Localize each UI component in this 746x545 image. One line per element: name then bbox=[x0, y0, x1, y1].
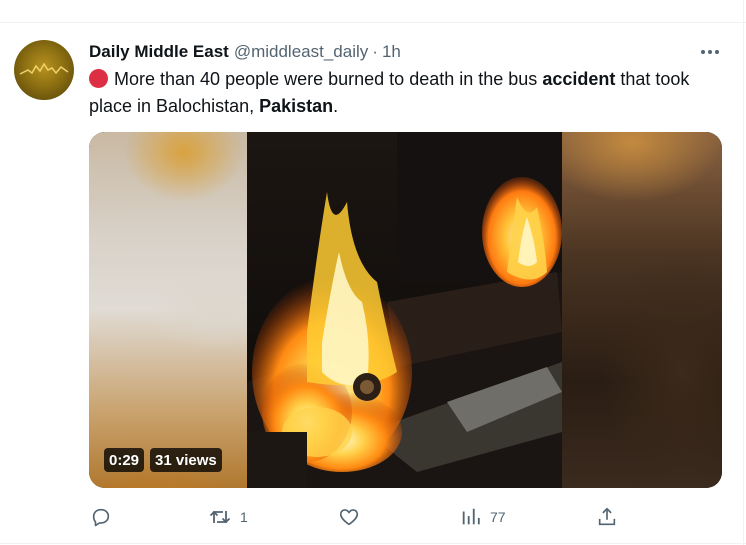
more-icon[interactable] bbox=[698, 41, 722, 63]
right-divider bbox=[743, 0, 744, 545]
like-icon bbox=[339, 509, 359, 526]
views-button[interactable]: 77 bbox=[460, 503, 506, 531]
red-circle-icon bbox=[89, 69, 108, 88]
post-text-bold-pakistan: Pakistan bbox=[259, 96, 334, 116]
separator-dot: · bbox=[372, 42, 378, 61]
video-badges: 0:29 31 views bbox=[104, 448, 222, 472]
reply-button[interactable] bbox=[90, 503, 112, 531]
top-divider bbox=[0, 22, 746, 23]
video-player[interactable]: 0:29 31 views bbox=[89, 132, 722, 488]
repost-icon bbox=[209, 510, 231, 524]
repost-count: 1 bbox=[240, 509, 248, 525]
action-bar: 1 77 bbox=[89, 503, 722, 531]
post-text-part1: More than 40 people were burned to death… bbox=[114, 69, 543, 89]
post-header: Daily Middle East @middleast_daily · 1h bbox=[89, 41, 401, 63]
video-duration: 0:29 bbox=[104, 448, 145, 472]
video-blur-left bbox=[89, 132, 247, 488]
post-time[interactable]: 1h bbox=[382, 42, 401, 62]
video-frame bbox=[247, 132, 562, 488]
reply-icon bbox=[92, 508, 110, 527]
video-blur-right bbox=[562, 132, 722, 488]
avatar[interactable] bbox=[14, 40, 74, 100]
video-views: 31 views bbox=[150, 448, 222, 472]
author-handle[interactable]: @middleast_daily bbox=[234, 42, 368, 62]
share-button[interactable] bbox=[596, 503, 618, 531]
views-chart-icon bbox=[462, 508, 480, 525]
views-count: 77 bbox=[490, 509, 506, 525]
share-icon bbox=[598, 507, 616, 526]
like-button[interactable] bbox=[338, 503, 360, 531]
post-text-bold-accident: accident bbox=[542, 69, 616, 89]
author-name[interactable]: Daily Middle East bbox=[89, 42, 229, 62]
bottom-divider bbox=[0, 543, 746, 544]
post-text-part3: . bbox=[333, 96, 339, 116]
repost-button[interactable]: 1 bbox=[208, 503, 248, 531]
post-text: More than 40 people were burned to death… bbox=[89, 66, 719, 120]
